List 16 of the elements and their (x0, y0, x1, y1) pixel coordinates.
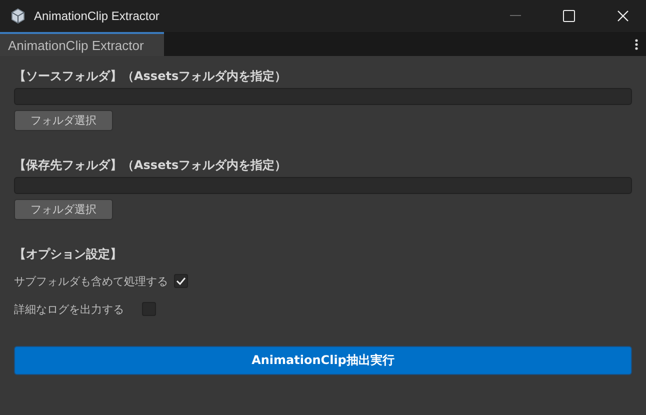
section-heading: 【ソースフォルダ】（Assetsフォルダ内を指定） (14, 68, 288, 84)
window-title: AnimationClip Extractor (34, 9, 160, 23)
section-heading: 【保存先フォルダ】（Assetsフォルダ内を指定） (14, 157, 288, 173)
minimize-icon[interactable] (510, 15, 520, 17)
option-label: 詳細なログを出力する (14, 302, 125, 316)
folder-select-button[interactable]: フォルダ選択 (14, 110, 113, 131)
option-label: サブフォルダも含めて処理する (14, 274, 168, 288)
folder-select-button[interactable]: フォルダ選択 (14, 199, 113, 220)
more-icon[interactable] (634, 38, 638, 50)
app-icon (10, 8, 26, 24)
tab[interactable]: AnimationClip Extractor (0, 32, 164, 56)
run-button[interactable]: AnimationClip抽出実行 (14, 346, 632, 375)
section-heading: 【オプション設定】 (14, 246, 123, 262)
checkbox[interactable] (174, 274, 188, 288)
close-icon[interactable] (617, 10, 629, 22)
maximize-icon[interactable] (563, 10, 575, 22)
